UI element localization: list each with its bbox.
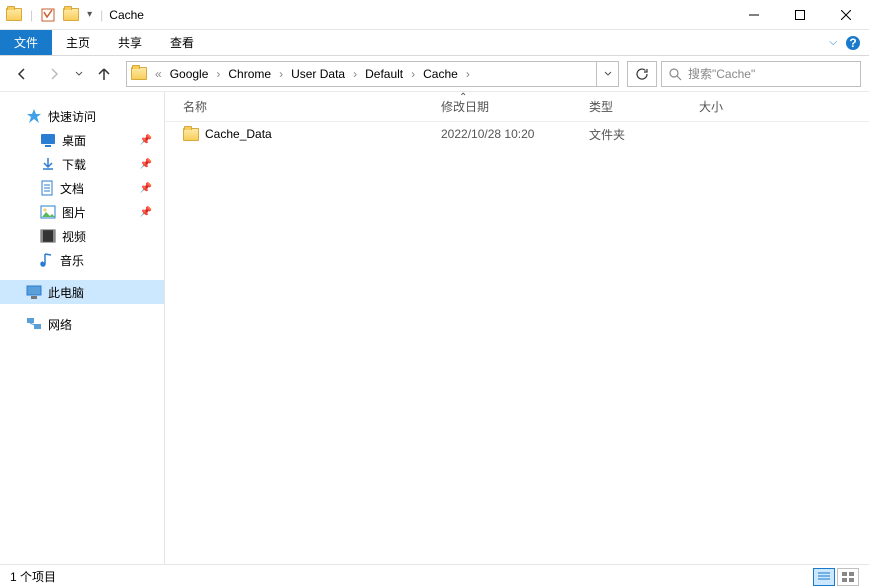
pin-icon: 📌 <box>140 159 152 170</box>
sidebar-label: 图片 <box>62 204 86 221</box>
qat-separator-2: | <box>100 8 103 22</box>
chevron-right-icon[interactable]: › <box>407 67 419 81</box>
documents-icon <box>40 180 54 196</box>
tab-share[interactable]: 共享 <box>104 30 156 55</box>
search-box[interactable] <box>661 61 861 87</box>
file-view: ⌃ 名称 修改日期 类型 大小 Cache_Data 2022/10/28 10… <box>165 92 869 564</box>
recent-dropdown[interactable] <box>72 60 86 88</box>
file-row[interactable]: Cache_Data 2022/10/28 10:20 文件夹 <box>165 122 869 146</box>
address-bar[interactable]: « Google › Chrome › User Data › Default … <box>126 61 619 87</box>
breadcrumb-item-1[interactable]: Chrome <box>224 67 275 81</box>
file-list[interactable]: Cache_Data 2022/10/28 10:20 文件夹 <box>165 122 869 564</box>
properties-icon[interactable] <box>41 8 55 22</box>
up-button[interactable] <box>90 60 118 88</box>
help-icon[interactable]: ? <box>845 35 861 51</box>
sidebar-label: 音乐 <box>60 252 84 269</box>
network-icon <box>26 317 42 331</box>
pin-icon: 📌 <box>140 207 152 218</box>
sidebar-label: 桌面 <box>62 132 86 149</box>
pin-icon: 📌 <box>140 135 152 146</box>
chevron-right-icon[interactable]: › <box>275 67 287 81</box>
desktop-icon <box>40 133 56 147</box>
new-folder-icon[interactable] <box>63 8 79 21</box>
breadcrumb-item-3[interactable]: Default <box>361 67 407 81</box>
qat-dropdown-icon[interactable]: ▾ <box>87 9 92 20</box>
status-bar: 1 个项目 <box>0 564 869 588</box>
breadcrumb-item-0[interactable]: Google <box>166 67 213 81</box>
back-button[interactable] <box>8 60 36 88</box>
pictures-icon <box>40 205 56 219</box>
file-type: 文件夹 <box>589 126 699 143</box>
tab-view[interactable]: 查看 <box>156 30 208 55</box>
tab-file[interactable]: 文件 <box>0 30 52 55</box>
sort-indicator-icon: ⌃ <box>459 92 467 103</box>
sidebar-label: 网络 <box>48 316 72 333</box>
sidebar-music[interactable]: 音乐 <box>0 248 164 272</box>
sidebar-pictures[interactable]: 图片 📌 <box>0 200 164 224</box>
column-name[interactable]: 名称 <box>183 98 441 115</box>
sidebar-documents[interactable]: 文档 📌 <box>0 176 164 200</box>
nav-bar: « Google › Chrome › User Data › Default … <box>0 56 869 92</box>
ribbon-expand-icon[interactable]: ⌵ <box>829 37 837 48</box>
qat-separator: | <box>30 8 33 22</box>
breadcrumb-item-4[interactable]: Cache <box>419 67 462 81</box>
folder-icon <box>183 128 199 141</box>
download-icon <box>40 156 56 172</box>
quick-access-toolbar: | ▾ | <box>0 8 103 22</box>
view-large-button[interactable] <box>837 568 859 586</box>
search-input[interactable] <box>688 67 854 81</box>
item-count: 1 个项目 <box>10 568 56 585</box>
ribbon-tabs: 文件 主页 共享 查看 ⌵ ? <box>0 30 869 56</box>
sidebar-label: 文档 <box>60 180 84 197</box>
app-folder-icon <box>6 8 22 21</box>
chevron-right-icon[interactable]: › <box>349 67 361 81</box>
sidebar-this-pc[interactable]: 此电脑 <box>0 280 164 304</box>
close-button[interactable] <box>823 0 869 30</box>
music-icon <box>40 252 54 268</box>
maximize-button[interactable] <box>777 0 823 30</box>
address-history-dropdown[interactable] <box>596 62 618 86</box>
sidebar-label: 此电脑 <box>48 284 84 301</box>
svg-text:?: ? <box>849 36 856 50</box>
forward-button[interactable] <box>40 60 68 88</box>
sidebar-label: 视频 <box>62 228 86 245</box>
videos-icon <box>40 229 56 243</box>
nav-pane: 快速访问 桌面 📌 下载 📌 文档 📌 图片 📌 视频 音乐 <box>0 92 165 564</box>
breadcrumb-ellipsis[interactable]: « <box>151 67 166 81</box>
star-icon <box>26 108 42 124</box>
sidebar-label: 下载 <box>62 156 86 173</box>
file-date: 2022/10/28 10:20 <box>441 127 589 141</box>
sidebar-downloads[interactable]: 下载 📌 <box>0 152 164 176</box>
sidebar-quick-access[interactable]: 快速访问 <box>0 104 164 128</box>
column-size[interactable]: 大小 <box>699 98 779 115</box>
monitor-icon <box>26 285 42 299</box>
refresh-button[interactable] <box>627 61 657 87</box>
sidebar-label: 快速访问 <box>48 108 96 125</box>
sidebar-videos[interactable]: 视频 <box>0 224 164 248</box>
window-title: Cache <box>109 8 144 22</box>
chevron-right-icon[interactable]: › <box>462 67 474 81</box>
minimize-button[interactable] <box>731 0 777 30</box>
address-folder-icon <box>131 67 147 80</box>
pin-icon: 📌 <box>140 183 152 194</box>
column-headers: ⌃ 名称 修改日期 类型 大小 <box>165 92 869 122</box>
file-name: Cache_Data <box>205 127 272 141</box>
tab-home[interactable]: 主页 <box>52 30 104 55</box>
title-bar: | ▾ | Cache <box>0 0 869 30</box>
view-details-button[interactable] <box>813 568 835 586</box>
chevron-right-icon[interactable]: › <box>212 67 224 81</box>
breadcrumb-item-2[interactable]: User Data <box>287 67 349 81</box>
search-icon <box>668 67 682 81</box>
sidebar-desktop[interactable]: 桌面 📌 <box>0 128 164 152</box>
sidebar-network[interactable]: 网络 <box>0 312 164 336</box>
column-type[interactable]: 类型 <box>589 98 699 115</box>
